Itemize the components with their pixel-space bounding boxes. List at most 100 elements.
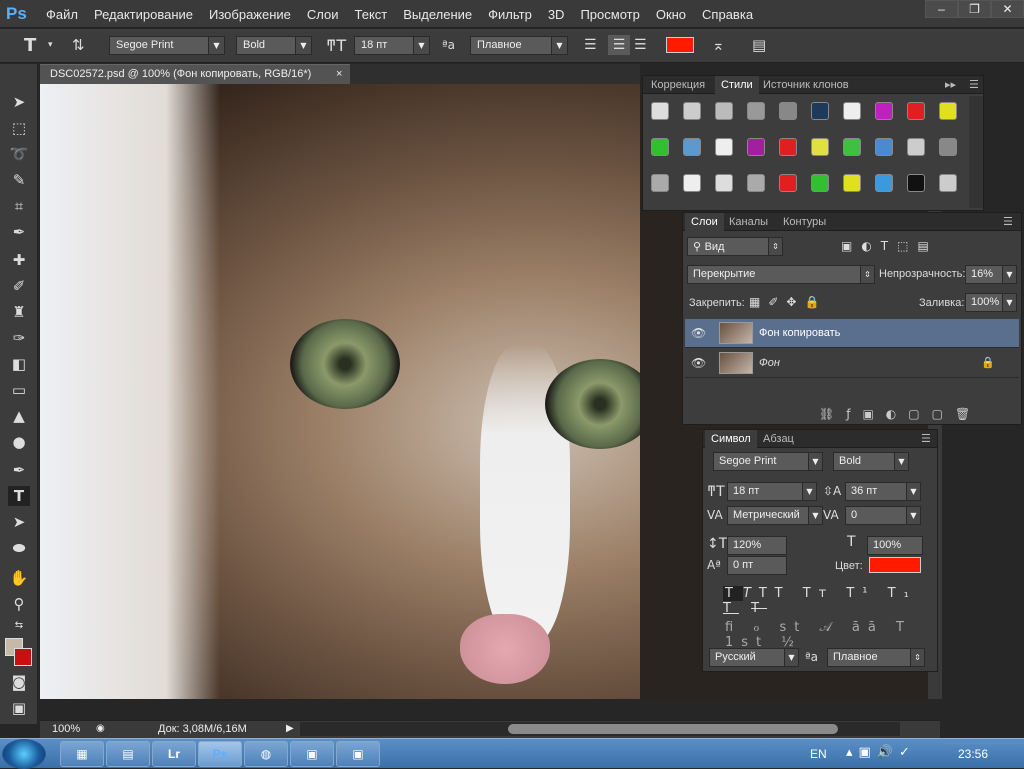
shape-tool-icon[interactable]: ⬬ — [8, 538, 30, 558]
font-style-buttons[interactable]: T TTT Tт T¹ T₁ T T — [723, 586, 937, 616]
style-swatch[interactable] — [779, 138, 797, 156]
tab-channels[interactable]: Каналы — [723, 213, 774, 231]
pen-tool-icon[interactable]: ✒ — [8, 460, 30, 480]
taskbar-app-icon[interactable]: ▦ — [60, 741, 104, 767]
fill-field[interactable]: 100% ▼ — [965, 293, 1017, 312]
menu-layers[interactable]: Слои — [307, 7, 339, 22]
char-kerning-select[interactable]: Метрический ▼ — [727, 506, 823, 525]
healing-brush-tool-icon[interactable]: ✚ — [8, 250, 30, 270]
font-style-select[interactable]: Bold ▼ — [236, 36, 312, 55]
style-swatch[interactable] — [651, 138, 669, 156]
style-swatch[interactable] — [715, 138, 733, 156]
horizontal-scrollbar[interactable] — [300, 722, 900, 736]
crop-tool-icon[interactable]: ⌗ — [8, 196, 30, 216]
styles-scrollbar[interactable] — [969, 96, 983, 208]
tab-layers[interactable]: Слои — [685, 213, 724, 231]
start-button[interactable] — [2, 739, 46, 769]
char-language-select[interactable]: Русский ▼ — [709, 648, 799, 667]
lasso-tool-icon[interactable]: ➰ — [8, 144, 30, 164]
char-font-family-select[interactable]: Segoe Print ▼ — [713, 452, 823, 471]
tab-paragraph[interactable]: Абзац — [757, 430, 800, 448]
style-swatch[interactable] — [875, 102, 893, 120]
eyedropper-tool-icon[interactable]: ✒ — [8, 222, 30, 242]
blend-mode-select[interactable]: Перекрытие ⇕ — [687, 265, 875, 284]
quick-mask-icon[interactable]: ◙ — [8, 672, 30, 692]
style-swatch[interactable] — [939, 102, 957, 120]
opentype-buttons[interactable]: ﬁ ℴ st 𝒜 āā T 1st ½ — [725, 620, 937, 650]
style-swatch[interactable] — [907, 138, 925, 156]
style-swatch[interactable] — [939, 138, 957, 156]
type-tool-icon[interactable]: T — [8, 486, 30, 506]
warp-text-icon[interactable]: ⌅ — [712, 35, 725, 55]
style-swatch[interactable] — [843, 174, 861, 192]
taskbar-lightroom-icon[interactable]: Lr — [152, 741, 196, 767]
zoom-tool-icon[interactable]: ⚲ — [8, 594, 30, 614]
gradient-tool-icon[interactable]: ▭ — [8, 380, 30, 400]
char-vscale-field[interactable]: 120% — [727, 536, 787, 555]
style-swatch[interactable] — [907, 102, 925, 120]
menu-edit[interactable]: Редактирование — [94, 7, 193, 22]
style-swatch[interactable] — [875, 174, 893, 192]
layer-filter-icons[interactable]: ▣◐T⬚▤ — [841, 239, 938, 253]
taskbar-save-icon[interactable]: ▣ — [290, 741, 334, 767]
move-tool-icon[interactable]: ➤ — [8, 92, 30, 112]
char-size-field[interactable]: 18 пт ▼ — [727, 482, 817, 501]
menu-file[interactable]: Файл — [46, 7, 78, 22]
path-select-tool-icon[interactable]: ➤ — [8, 512, 30, 532]
visibility-eye-icon[interactable]: 👁 — [691, 326, 707, 340]
tab-styles[interactable]: Стили — [715, 76, 759, 94]
tab-paths[interactable]: Контуры — [777, 213, 832, 231]
layer-footer-icons[interactable]: ⛓ƒ▣◐▢▢🗑 — [819, 407, 982, 421]
marquee-tool-icon[interactable]: ⬚ — [8, 118, 30, 138]
panel-menu-icon[interactable]: ☰ — [997, 213, 1019, 231]
style-swatch[interactable] — [779, 174, 797, 192]
blur-tool-icon[interactable]: ▲ — [8, 406, 30, 426]
taskbar-firefox-icon[interactable]: ◍ — [244, 741, 288, 767]
collapse-panels-icon[interactable]: ▸▸ — [939, 76, 962, 94]
style-swatch[interactable] — [651, 174, 669, 192]
align-left-icon[interactable]: ☰ — [584, 35, 597, 55]
taskbar-notepad-icon[interactable]: ▤ — [106, 741, 150, 767]
screen-mode-icon[interactable]: ▣ — [8, 698, 30, 718]
tab-adjustments[interactable]: Коррекция — [645, 76, 711, 94]
char-font-style-select[interactable]: Bold ▼ — [833, 452, 909, 471]
antialias-select[interactable]: Плавное ▼ — [470, 36, 568, 55]
menu-window[interactable]: Окно — [656, 7, 686, 22]
close-tab-icon[interactable]: × — [336, 68, 342, 80]
status-arrow-icon[interactable]: ▶ — [286, 723, 294, 734]
menu-image[interactable]: Изображение — [209, 7, 291, 22]
menu-filter[interactable]: Фильтр — [488, 7, 532, 22]
char-tracking-field[interactable]: 0 ▼ — [845, 506, 921, 525]
horizontal-scroll-thumb[interactable] — [508, 724, 838, 734]
quick-select-tool-icon[interactable]: ✎ — [8, 170, 30, 190]
style-swatch[interactable] — [779, 102, 797, 120]
opacity-field[interactable]: 16% ▼ — [965, 265, 1017, 284]
style-swatch[interactable] — [907, 174, 925, 192]
style-swatch[interactable] — [747, 138, 765, 156]
tab-clone-source[interactable]: Источник клонов — [757, 76, 855, 94]
align-center-icon[interactable]: ☰ — [608, 35, 630, 55]
menu-3d[interactable]: 3D — [548, 7, 565, 22]
style-swatch[interactable] — [715, 174, 733, 192]
tab-character[interactable]: Символ — [705, 430, 757, 448]
font-family-select[interactable]: Segoe Print ▼ — [109, 36, 225, 55]
style-swatch[interactable] — [651, 102, 669, 120]
tray-icons[interactable]: ▴▣🔊✓ — [846, 745, 916, 760]
style-swatch[interactable] — [843, 138, 861, 156]
style-swatch[interactable] — [747, 174, 765, 192]
document-canvas[interactable] — [40, 84, 640, 699]
style-swatch[interactable] — [747, 102, 765, 120]
hand-tool-icon[interactable]: ✋ — [8, 568, 30, 588]
lock-icons[interactable]: ▦✐✥🔒 — [749, 295, 827, 309]
char-baseline-field[interactable]: 0 пт — [727, 556, 787, 575]
layer-row-copy[interactable]: 👁 Фон копировать — [685, 319, 1019, 348]
style-swatch[interactable] — [715, 102, 733, 120]
toggle-panels-icon[interactable]: ▤ — [752, 35, 766, 55]
char-antialias-select[interactable]: Плавное ⇕ — [827, 648, 925, 667]
menu-select[interactable]: Выделение — [403, 7, 472, 22]
menu-help[interactable]: Справка — [702, 7, 753, 22]
restore-button[interactable]: ❐ — [958, 0, 991, 18]
close-button[interactable]: ✕ — [991, 0, 1024, 18]
eraser-tool-icon[interactable]: ◧ — [8, 354, 30, 374]
layer-name[interactable]: Фон — [759, 357, 780, 369]
